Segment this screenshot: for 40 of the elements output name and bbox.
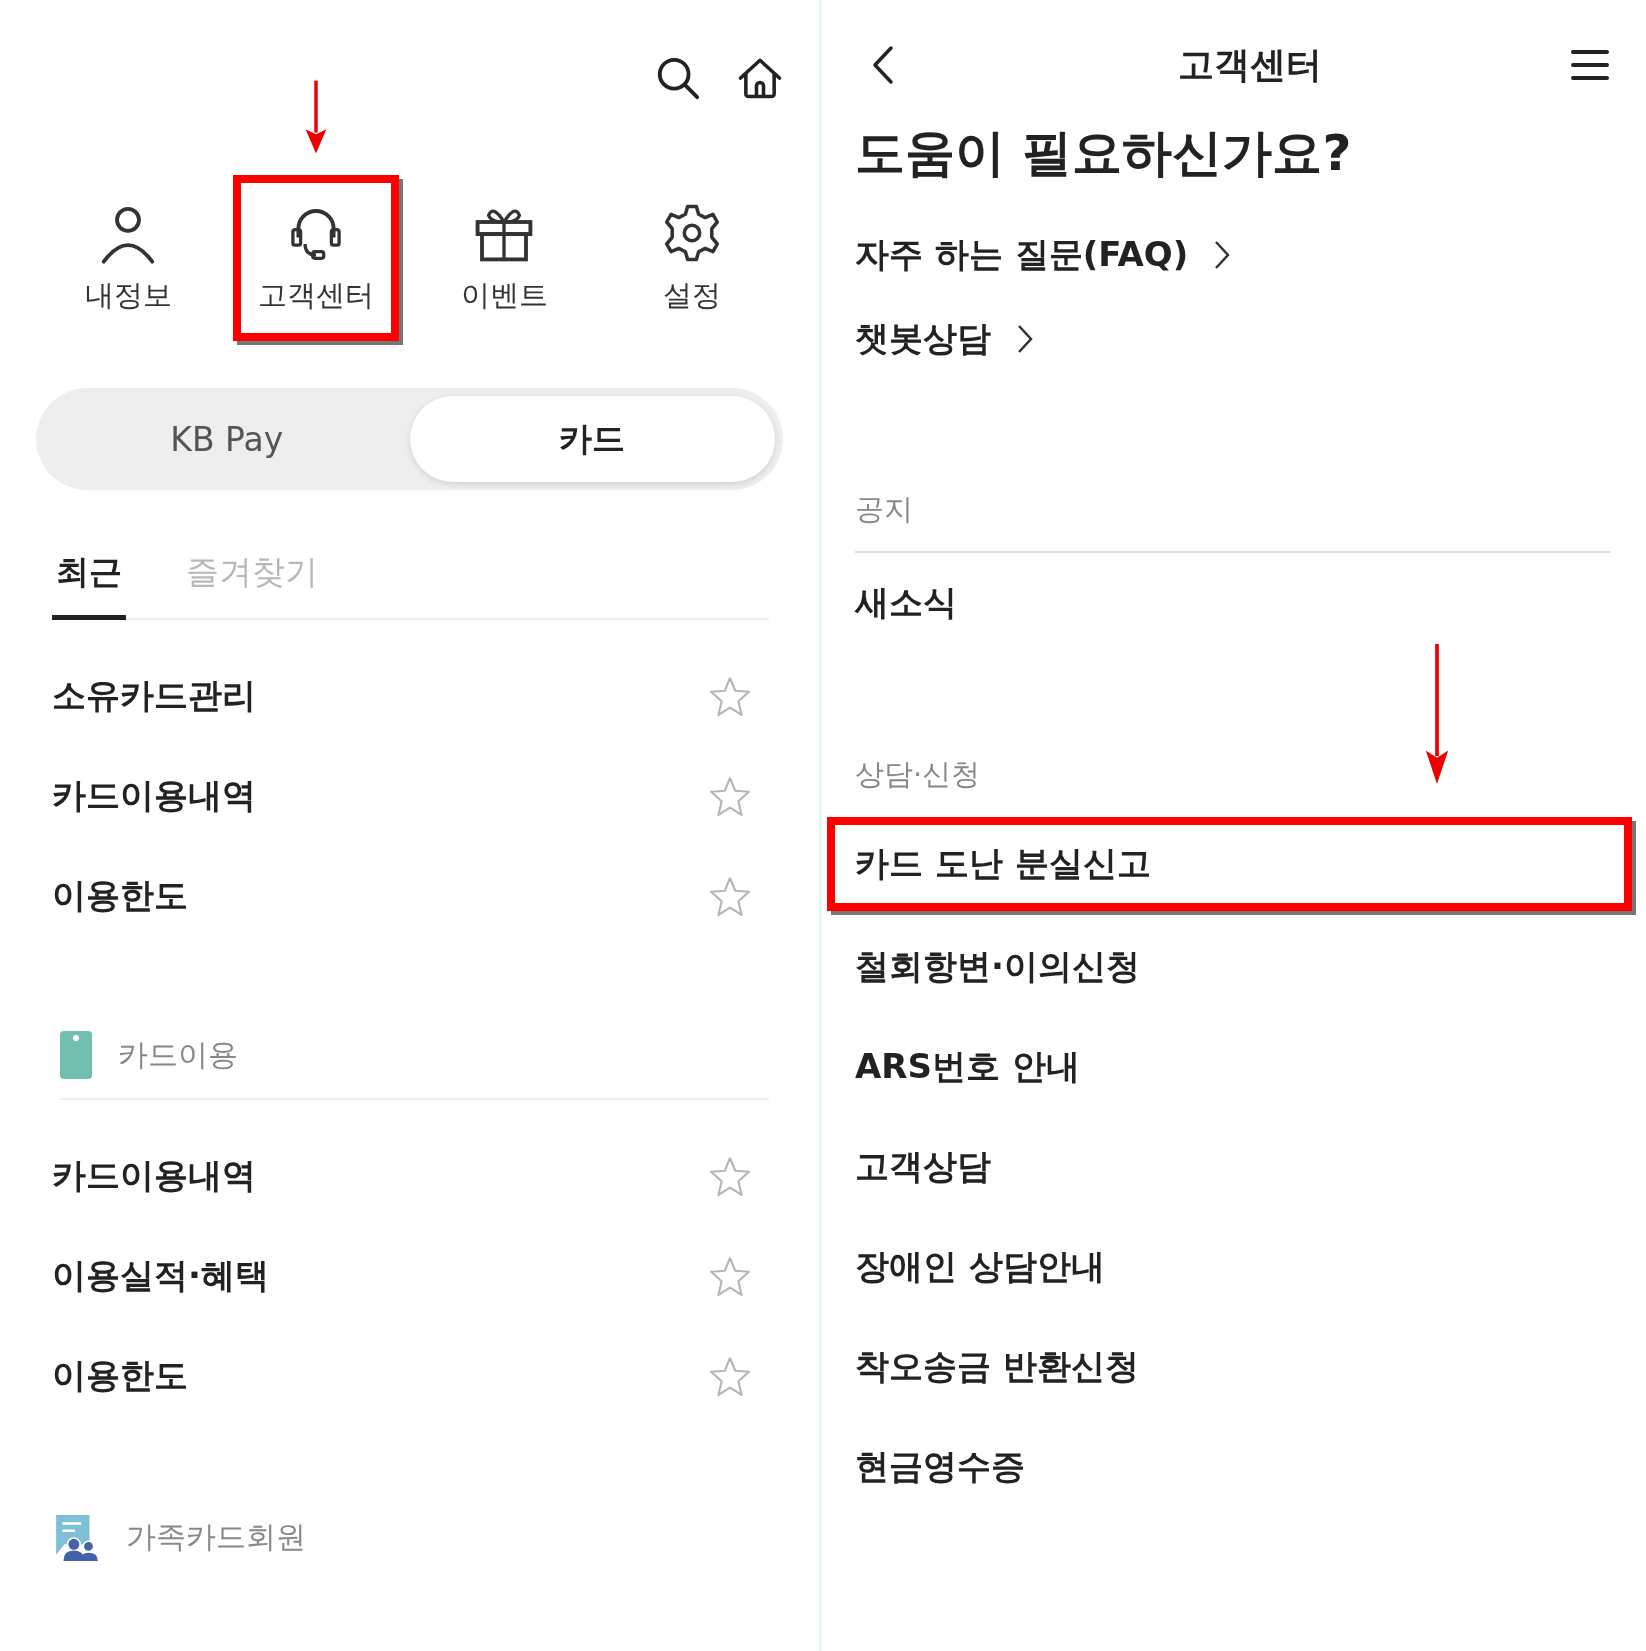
- search-icon[interactable]: [655, 55, 701, 101]
- menu-item[interactable]: 철회항변·이의신청: [827, 917, 1632, 1017]
- tab[interactable]: 최근: [52, 544, 126, 620]
- menu-icon[interactable]: [1570, 49, 1610, 81]
- star-icon[interactable]: [709, 775, 751, 817]
- menu-item[interactable]: 내정보: [45, 175, 211, 341]
- star-icon[interactable]: [709, 675, 751, 717]
- back-icon[interactable]: [871, 45, 895, 85]
- star-icon[interactable]: [709, 1355, 751, 1397]
- menu-item[interactable]: 새소식: [827, 553, 1632, 653]
- star-icon[interactable]: [709, 1155, 751, 1197]
- menu-item[interactable]: 장애인 상담안내: [827, 1217, 1632, 1317]
- menu-item[interactable]: 현금영수증: [827, 1417, 1632, 1517]
- menu-item[interactable]: 설정: [609, 175, 775, 341]
- page-heading: 도움이 필요하신가요?: [855, 123, 1353, 184]
- menu-link[interactable]: 카드이용내역: [52, 773, 256, 819]
- menu-item[interactable]: 고객상담: [827, 1117, 1632, 1217]
- page-title: 고객센터: [1177, 42, 1322, 87]
- chevron-right-icon: [1017, 324, 1033, 354]
- menu-item[interactable]: 이벤트: [421, 175, 587, 341]
- family-card-icon: [54, 1513, 100, 1561]
- menu-item[interactable]: ARS번호 안내: [827, 1017, 1632, 1117]
- segment-tab[interactable]: KB Pay: [44, 396, 410, 482]
- section-title: 가족카드회원: [126, 1517, 306, 1556]
- card-icon: [60, 1031, 92, 1079]
- menu-link[interactable]: 카드이용내역: [52, 1153, 256, 1199]
- chevron-right-icon: [1214, 240, 1231, 270]
- menu-link[interactable]: 이용실적·혜택: [52, 1253, 269, 1299]
- menu-link[interactable]: 이용한도: [52, 1353, 188, 1399]
- segment-tab[interactable]: 카드: [409, 396, 775, 482]
- menu-item[interactable]: 착오송금 반환신청: [827, 1317, 1632, 1417]
- menu-link[interactable]: 이용한도: [52, 873, 188, 919]
- star-icon[interactable]: [709, 875, 751, 917]
- section-header: 공지: [855, 469, 1610, 553]
- star-icon[interactable]: [709, 1255, 751, 1297]
- section-header: 상담·신청: [855, 756, 982, 793]
- menu-link[interactable]: 챗봇상담: [855, 297, 1033, 381]
- section-title: 카드이용: [118, 1035, 238, 1074]
- menu-link[interactable]: 자주 하는 질문(FAQ): [855, 213, 1231, 297]
- menu-link[interactable]: 소유카드관리: [52, 673, 256, 719]
